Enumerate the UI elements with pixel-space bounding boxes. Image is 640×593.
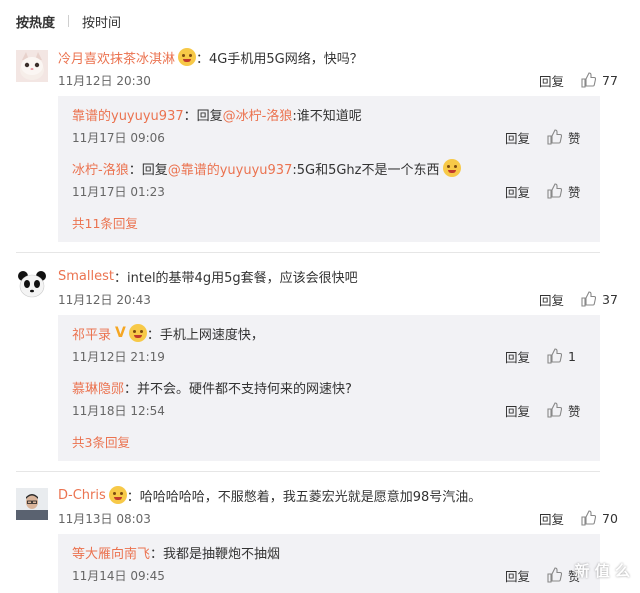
watermark-logo: 新 值 么 (574, 562, 630, 580)
reply-text: 我都是抽鞭炮不抽烟 (163, 546, 281, 562)
reply-mention[interactable]: @靠谱的yuyuyu937 (168, 159, 293, 178)
sort-divider (68, 15, 70, 27)
reply-time: 11月12日 21:19 (72, 349, 165, 364)
comment-text: 哈哈哈哈哈，不服憋着，我五菱宏光就是愿意加98号汽油。 (139, 489, 482, 505)
reply-author[interactable]: 等大雁向南飞 (72, 543, 150, 562)
like-count: 70 (602, 510, 618, 526)
comment-author[interactable]: 冷月喜欢抹茶冰淇淋 (58, 48, 175, 67)
laugh-emoji-icon (442, 159, 461, 177)
comment-time: 11月12日 20:43 (58, 292, 151, 307)
thumbs-up-icon (547, 183, 562, 199)
reply-item: 冰柠-洛狼 ： 回复 @靠谱的yuyuyu937 :5G和5Ghz不是一个东西 … (72, 154, 586, 208)
comment-item: 冷月喜欢抹茶冰淇淋 ： 4G手机用5G网络，快吗？ 11月12日 20:30 回… (0, 42, 640, 253)
reply-item: 慕琳隐郧 ： 并不会。硬件都不支持何来的网速快? 11月18日 12:54 回复… (72, 373, 586, 427)
reply-button[interactable]: 回复 (505, 566, 530, 585)
reply-button[interactable]: 回复 (539, 509, 564, 528)
more-replies-link[interactable]: 共11条回复 (72, 208, 586, 236)
thumbs-up-icon (581, 510, 596, 526)
reply-list: 祁平录 V ： 手机上网速度快， 11月12日 21:19 回复 1 慕琳隐郧 … (58, 315, 600, 461)
thumbs-up-icon (547, 129, 562, 145)
like-button[interactable]: 1 (546, 348, 586, 364)
avatar-person-icon[interactable] (16, 488, 48, 520)
sort-bar: 按热度 按时间 (0, 0, 640, 42)
like-count: 77 (602, 72, 618, 88)
reply-author[interactable]: 慕琳隐郧 (72, 378, 124, 397)
reply-button[interactable]: 回复 (539, 71, 564, 90)
reply-button[interactable]: 回复 (505, 182, 530, 201)
colon: ： (196, 51, 210, 67)
like-button[interactable]: 赞 (546, 128, 586, 147)
reply-text: :5G和5Ghz不是一个东西 (292, 162, 440, 178)
reply-button[interactable]: 回复 (505, 347, 530, 366)
comment-author[interactable]: D-Chris (58, 488, 106, 503)
thumbs-up-icon (547, 348, 562, 364)
comment-time: 11月13日 08:03 (58, 511, 151, 526)
reply-button[interactable]: 回复 (539, 290, 564, 309)
thumbs-up-icon (547, 402, 562, 418)
comment-meta: 11月12日 20:30 回复 77 (58, 68, 620, 92)
like-button[interactable]: 37 (580, 291, 620, 307)
reply-item: 靠谱的yuyuyu937 ： 回复 @冰柠-洛狼 :谁不知道呢 11月17日 0… (72, 100, 586, 154)
reply-prefix: 回复 (196, 108, 223, 124)
reply-mention[interactable]: @冰柠-洛狼 (223, 105, 293, 124)
reply-time: 11月17日 01:23 (72, 184, 165, 199)
sort-by-hot-tab[interactable]: 按热度 (16, 12, 55, 31)
comment-item: D-Chris ： 哈哈哈哈哈，不服憋着，我五菱宏光就是愿意加98号汽油。 11… (0, 472, 640, 593)
comment-text: intel的基带4g用5g套餐，应该会很快吧 (127, 270, 358, 286)
thumbs-up-icon (547, 567, 562, 583)
like-label: 赞 (568, 184, 581, 200)
comment-time: 11月12日 20:30 (58, 73, 151, 88)
reply-text: 手机上网速度快， (159, 327, 264, 343)
like-button[interactable]: 赞 (546, 182, 586, 201)
comment-body: 冷月喜欢抹茶冰淇淋 ： 4G手机用5G网络，快吗？ (58, 46, 620, 68)
reply-time: 11月17日 09:06 (72, 130, 165, 145)
reply-author[interactable]: 靠谱的yuyuyu937 (72, 105, 184, 124)
comment-item: Smallest ： intel的基带4g用5g套餐，应该会很快吧 11月12日… (0, 253, 640, 472)
reply-item: 祁平录 V ： 手机上网速度快， 11月12日 21:19 回复 1 (72, 319, 586, 373)
reply-item: 等大雁向南飞 ： 我都是抽鞭炮不抽烟 11月14日 09:45 回复 赞 (72, 538, 586, 592)
thumbs-up-icon (581, 72, 596, 88)
reply-text: 并不会。硬件都不支持何来的网速快? (137, 381, 352, 397)
like-label: 赞 (568, 130, 581, 146)
reply-time: 11月18日 12:54 (72, 403, 165, 418)
reply-button[interactable]: 回复 (505, 128, 530, 147)
thumbs-up-icon (581, 291, 596, 307)
reply-prefix: 回复 (141, 162, 168, 178)
sort-by-time-tab[interactable]: 按时间 (82, 12, 121, 31)
laugh-emoji-icon (178, 48, 197, 66)
reply-button[interactable]: 回复 (505, 401, 530, 420)
reply-text: :谁不知道呢 (292, 108, 362, 124)
reply-time: 11月14日 09:45 (72, 568, 165, 583)
like-button[interactable]: 77 (580, 72, 620, 88)
laugh-emoji-icon (128, 324, 147, 342)
like-count: 37 (602, 291, 618, 307)
laugh-emoji-icon (108, 486, 127, 504)
like-count: 1 (568, 348, 576, 364)
avatar-cat-icon[interactable] (16, 50, 48, 82)
more-replies-link[interactable]: 共3条回复 (72, 427, 586, 455)
reply-list: 等大雁向南飞 ： 我都是抽鞭炮不抽烟 11月14日 09:45 回复 赞 (58, 534, 600, 593)
avatar-panda-icon[interactable] (16, 269, 48, 301)
reply-author[interactable]: 祁平录 (72, 324, 111, 343)
vip-icon: V (115, 325, 126, 341)
reply-author[interactable]: 冰柠-洛狼 (72, 159, 129, 178)
like-label: 赞 (568, 403, 581, 419)
like-button[interactable]: 70 (580, 510, 620, 526)
reply-list: 靠谱的yuyuyu937 ： 回复 @冰柠-洛狼 :谁不知道呢 11月17日 0… (58, 96, 600, 242)
comment-author[interactable]: Smallest (58, 269, 114, 284)
like-button[interactable]: 赞 (546, 401, 586, 420)
comment-text: 4G手机用5G网络，快吗？ (209, 51, 363, 67)
